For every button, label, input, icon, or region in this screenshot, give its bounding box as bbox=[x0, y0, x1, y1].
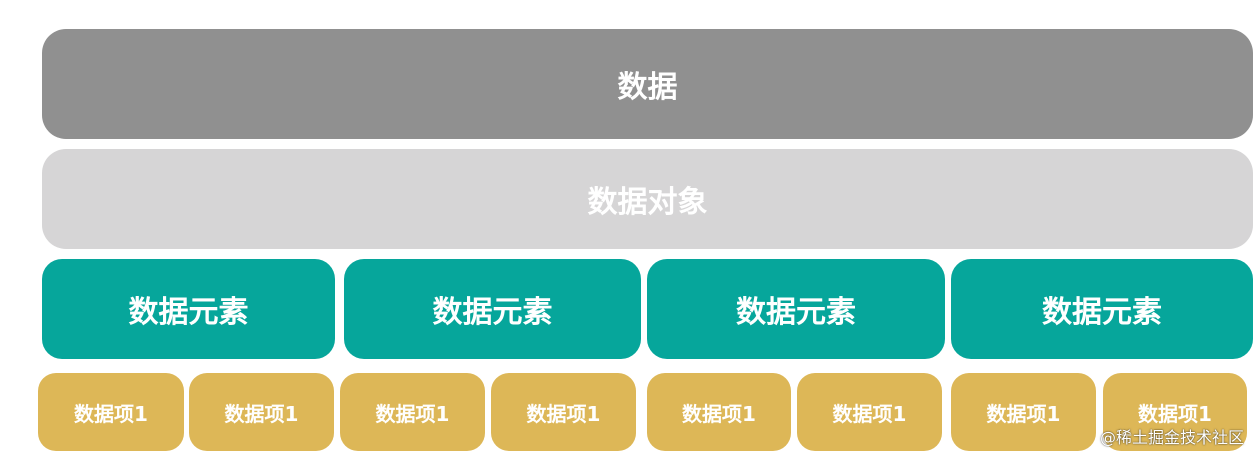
watermark-text: @稀土掘金技术社区 bbox=[1099, 428, 1244, 447]
data-block-label: 数据 bbox=[617, 70, 678, 105]
data-element-block: 数据元素 bbox=[42, 259, 335, 359]
data-item-label: 数据项1 bbox=[832, 401, 907, 426]
data-element-block: 数据元素 bbox=[647, 259, 945, 359]
data-element-block: 数据元素 bbox=[951, 259, 1253, 359]
data-item-label: 数据项1 bbox=[682, 401, 756, 426]
data-element-label: 数据元素 bbox=[1042, 295, 1162, 330]
data-element-label: 数据元素 bbox=[432, 295, 553, 330]
data-item-label: 数据项1 bbox=[1138, 401, 1212, 426]
data-item-block: 数据项1 bbox=[38, 373, 184, 451]
data-item-label: 数据项1 bbox=[74, 401, 148, 426]
data-block: 数据 bbox=[42, 29, 1253, 139]
data-object-block-label: 数据对象 bbox=[587, 185, 708, 220]
data-element-label: 数据元素 bbox=[128, 295, 249, 330]
data-element-block: 数据元素 bbox=[344, 259, 641, 359]
data-object-block: 数据对象 bbox=[42, 149, 1253, 249]
data-item-block: 数据项1 bbox=[340, 373, 485, 451]
data-item-label: 数据项1 bbox=[526, 401, 601, 426]
data-item-block: 数据项1 bbox=[491, 373, 636, 451]
data-item-block: 数据项1 bbox=[797, 373, 942, 451]
data-item-label: 数据项1 bbox=[986, 401, 1061, 426]
data-element-label: 数据元素 bbox=[736, 295, 856, 330]
data-item-label: 数据项1 bbox=[224, 401, 299, 426]
data-item-block: 数据项1 bbox=[189, 373, 334, 451]
data-item-block: 数据项1 bbox=[951, 373, 1096, 451]
data-item-block: 数据项1 bbox=[647, 373, 791, 451]
data-item-label: 数据项1 bbox=[375, 401, 450, 426]
